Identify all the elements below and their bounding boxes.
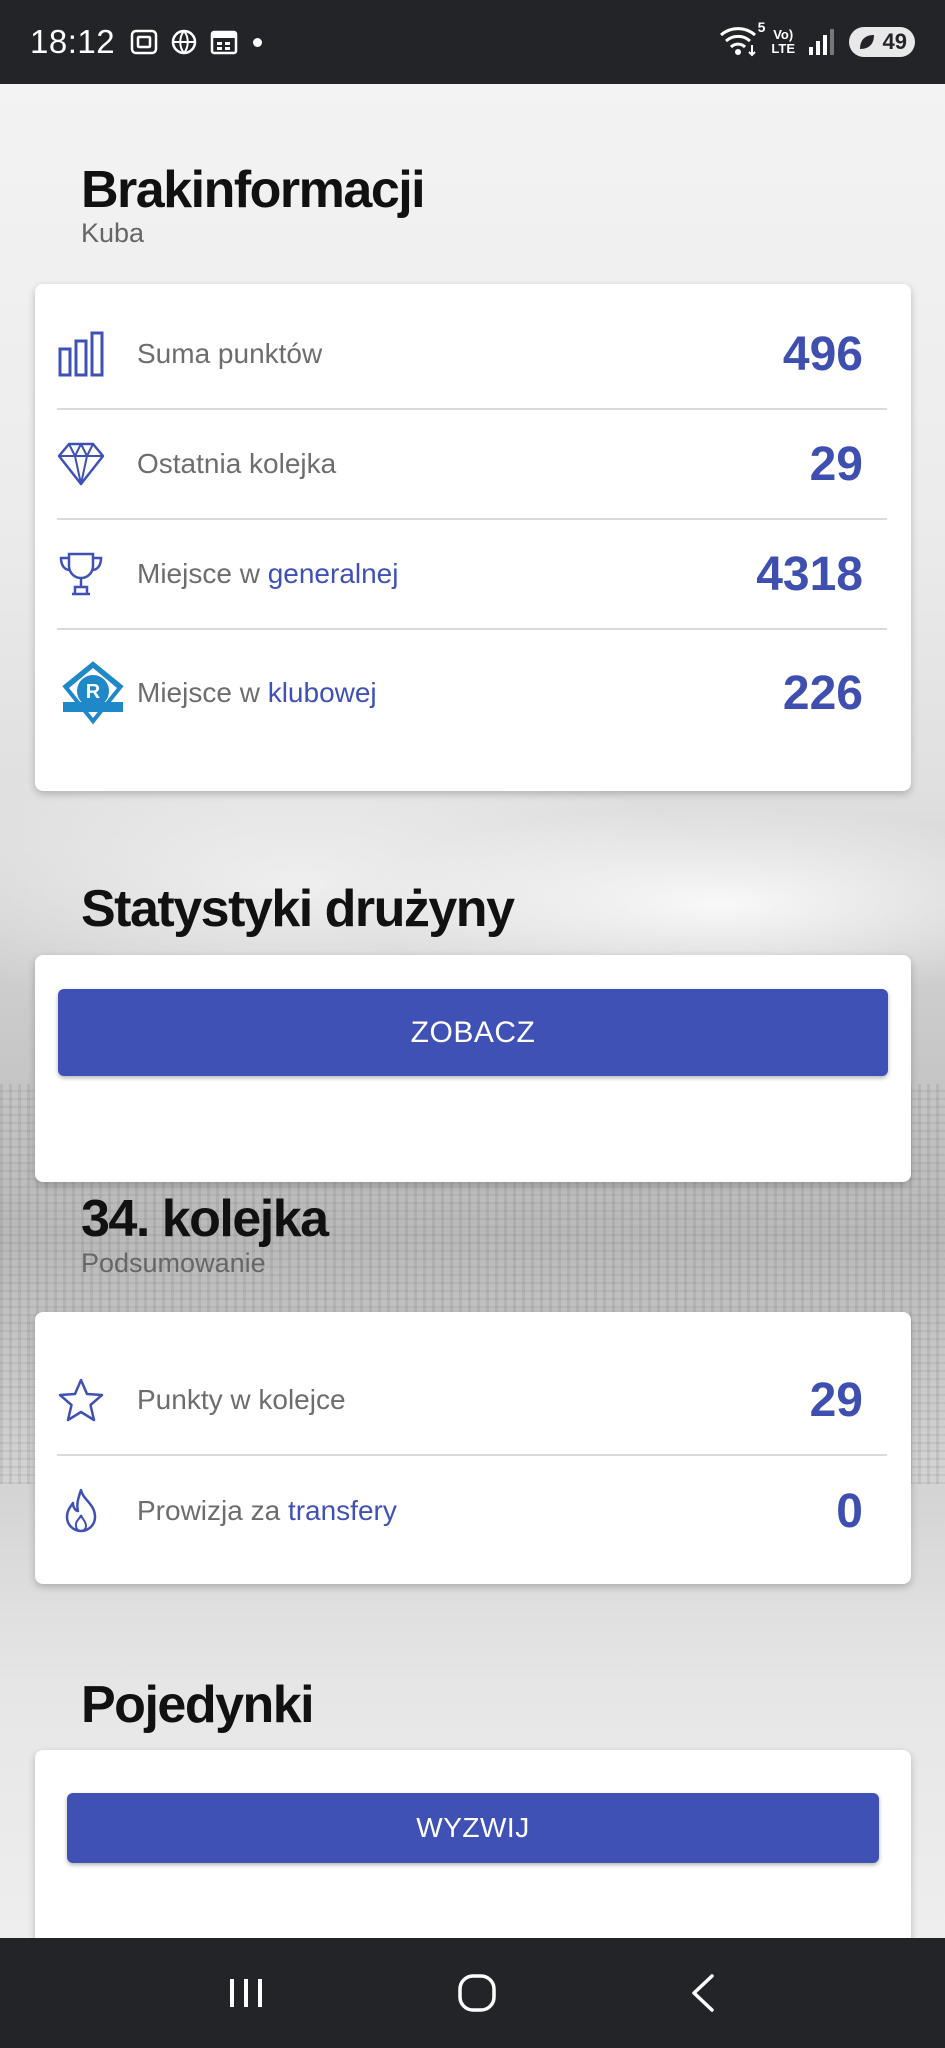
duels-title: Pojedynki — [81, 1676, 315, 1734]
round-subtitle: Podsumowanie — [81, 1248, 266, 1278]
stat-row-general-rank[interactable]: Miejsce w generalnej 4318 — [57, 520, 887, 630]
star-icon — [57, 1376, 105, 1424]
screenshot-icon — [130, 29, 158, 55]
stat-row-transfer-fee[interactable]: Prowizja za transfery 0 — [57, 1456, 887, 1566]
stat-row-round-points[interactable]: Punkty w kolejce 29 — [57, 1346, 887, 1456]
status-bar: 18:12 5 Vo) LTE 49 — [0, 0, 945, 84]
lte-indicator: Vo) LTE — [771, 27, 795, 56]
battery-indicator: 49 — [849, 27, 915, 57]
svg-text:R: R — [86, 681, 101, 703]
stat-row-club-rank[interactable]: R Miejsce w klubowej 226 — [57, 630, 887, 756]
bar-chart-icon — [57, 330, 105, 378]
summary-subtitle: Kuba — [81, 218, 145, 248]
stat-label: Punkty w kolejce — [137, 1384, 346, 1415]
stat-value: 0 — [836, 1484, 863, 1538]
stat-value: 29 — [809, 437, 863, 491]
club-ranking-link[interactable]: klubowej — [268, 677, 377, 708]
stat-value: 29 — [809, 1373, 863, 1427]
notification-dot-icon — [253, 37, 263, 47]
transfers-link[interactable]: transfery — [288, 1495, 397, 1526]
stat-label: Prowizja za transfery — [137, 1495, 397, 1526]
back-icon[interactable] — [688, 1973, 720, 2013]
round-card: Punkty w kolejce 29 Prowizja za transfer… — [35, 1312, 911, 1584]
stat-value: 4318 — [756, 547, 863, 601]
summary-title: Brakinformacji — [81, 161, 426, 219]
club-crest-icon: R — [57, 657, 129, 729]
summary-card: Suma punktów 496 Ostatnia kolejka 29 Mie… — [35, 284, 911, 791]
wifi-icon: 5 — [719, 19, 765, 62]
signal-icon — [809, 29, 834, 55]
vpn-globe-icon — [171, 29, 197, 55]
trophy-icon — [57, 550, 105, 598]
stat-value: 496 — [782, 327, 863, 381]
round-title: 34. kolejka — [81, 1190, 329, 1248]
stat-value: 226 — [782, 666, 863, 720]
power-saving-leaf-icon — [860, 35, 874, 49]
stat-label: Miejsce w klubowej — [137, 677, 377, 708]
home-icon[interactable] — [457, 1973, 497, 2013]
system-nav-bar — [0, 1938, 945, 2048]
stat-label: Ostatnia kolejka — [137, 448, 337, 479]
stat-label: Miejsce w generalnej — [137, 558, 399, 589]
status-time: 18:12 — [30, 23, 116, 60]
view-team-stats-button[interactable]: ZOBACZ — [58, 989, 888, 1076]
flame-icon — [57, 1487, 105, 1535]
calendar-icon — [210, 30, 238, 55]
general-ranking-link[interactable]: generalnej — [268, 558, 399, 589]
diamond-icon — [57, 440, 105, 488]
challenge-button[interactable]: WYZWIJ — [67, 1793, 879, 1863]
wifi-badge: 5 — [757, 18, 766, 35]
status-notification-icons — [129, 27, 239, 57]
stat-row-total-points[interactable]: Suma punktów 496 — [57, 300, 887, 410]
app-content[interactable]: Brakinformacji Kuba Suma punktów 496 Ost… — [0, 84, 945, 1938]
stat-label: Suma punktów — [137, 338, 323, 369]
recent-apps-icon[interactable] — [226, 1975, 266, 2011]
team-stats-title: Statystyki drużyny — [81, 880, 515, 938]
stat-row-last-round[interactable]: Ostatnia kolejka 29 — [57, 410, 887, 520]
